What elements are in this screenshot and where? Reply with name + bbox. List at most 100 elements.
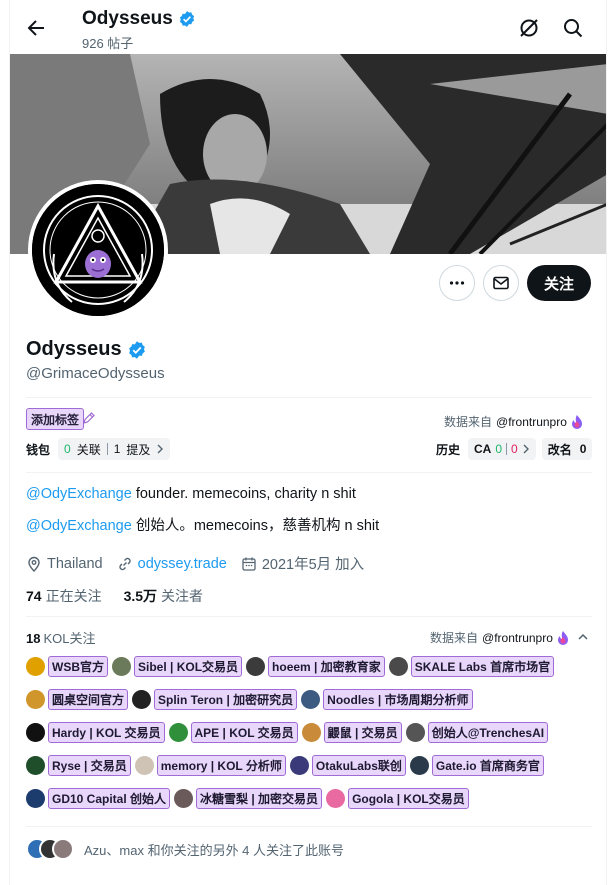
kol-tag[interactable]: Gogola | KOL交易员 [348, 788, 469, 809]
followers-link[interactable]: 3.5万 关注者 [124, 586, 203, 606]
back-arrow-icon[interactable] [24, 16, 48, 40]
notifications-off-icon[interactable] [516, 15, 542, 41]
bio-mention-link[interactable]: @OdyExchange [26, 486, 132, 502]
follower-avatar [52, 838, 74, 860]
kol-avatar [134, 756, 154, 775]
bio-text: 创始人。memecoins，慈善机构 n shit [131, 518, 380, 534]
profile-page: Odysseus 926 帖子 关注 Odysseus @GrimaceOdys… [9, 0, 607, 885]
frontrun-logo-icon [557, 630, 568, 645]
kol-tag[interactable]: Hardy | KOL 交易员 [48, 722, 165, 743]
following-label: 正在关注 [45, 588, 102, 604]
kol-tag[interactable]: Ryse | 交易员 [48, 755, 131, 776]
kol-item[interactable]: hoeem | 加密教育家 [246, 656, 385, 677]
kol-label: KOL关注 [43, 631, 96, 646]
kol-data-source: 数据来自 @frontrunpro [430, 629, 569, 646]
kol-item[interactable]: 冰糖雪梨 | 加密交易员 [174, 788, 323, 809]
verified-badge-icon[interactable] [127, 340, 147, 360]
kol-item[interactable]: 创始人@TrenchesAI [405, 722, 549, 743]
kol-avatar [132, 690, 152, 709]
kol-item[interactable]: Ryse | 交易员 [26, 755, 131, 776]
followers-you-know[interactable]: Azu、max 和你关注的另外 4 人关注了此账号 [26, 838, 344, 860]
pencil-icon[interactable] [82, 411, 96, 425]
kol-tag[interactable]: Noodles | 市场周期分析师 [323, 689, 473, 710]
kol-avatar [26, 690, 45, 709]
kol-item[interactable]: Gogola | KOL交易员 [326, 788, 469, 809]
kol-item[interactable]: Noodles | 市场周期分析师 [301, 689, 473, 710]
kol-tag[interactable]: memory | KOL 分析师 [156, 755, 286, 776]
header-name: Odysseus [82, 8, 196, 30]
kol-avatar [301, 690, 321, 709]
kol-item[interactable]: Sibel | KOL交易员 [112, 656, 243, 677]
kol-item[interactable]: Gate.io 首席商务官 [409, 755, 544, 776]
join-date-text: 2021年5月 加入 [261, 557, 365, 573]
kol-item[interactable]: 鼹鼠 | 交易员 [301, 722, 402, 743]
data-source-name[interactable]: @frontrunpro [496, 415, 567, 429]
ca-green-count: 0 [495, 442, 503, 456]
kol-tag[interactable]: 创始人@TrenchesAI [427, 722, 549, 743]
history-row: 历史 CA 0 0 改名 0 [436, 438, 593, 460]
kol-tag[interactable]: APE | KOL 交易员 [190, 722, 298, 743]
data-source: 数据来自 @frontrunpro [444, 413, 583, 430]
kol-item[interactable]: memory | KOL 分析师 [134, 755, 286, 776]
profile-name-text: Odysseus [26, 338, 122, 360]
bio-line-1: @OdyExchange founder. memecoins, charity… [26, 486, 356, 502]
bio-mention-link[interactable]: @OdyExchange [26, 518, 132, 534]
kol-avatar [174, 789, 194, 808]
divider [26, 397, 592, 398]
follower-avatars [26, 838, 74, 860]
data-source-prefix: 数据来自 [430, 631, 479, 645]
kol-tag[interactable]: WSB官方 [48, 656, 108, 677]
wallet-pill[interactable]: 0 关联 1 提及 [58, 438, 171, 460]
wallet-mention-label: 提及 [126, 442, 151, 457]
kol-tag[interactable]: hoeem | 加密教育家 [268, 656, 385, 677]
kol-tag[interactable]: SKALE Labs 首席市场官 [410, 656, 555, 677]
data-source-name[interactable]: @frontrunpro [482, 631, 553, 645]
kol-item[interactable]: 圆桌空间官方 [26, 689, 129, 710]
chevron-right-icon [157, 444, 164, 454]
followers-label: 关注者 [161, 588, 204, 604]
kol-item[interactable]: GD10 Capital 创始人 [26, 788, 171, 809]
profile-avatar[interactable] [28, 180, 168, 320]
kol-tag[interactable]: GD10 Capital 创始人 [48, 788, 171, 809]
message-button[interactable] [483, 265, 519, 301]
wallet-linked-label: 关联 [76, 442, 101, 457]
add-tag-button[interactable]: 添加标签 [26, 408, 85, 430]
kol-item[interactable]: OtakuLabs联创 [289, 755, 406, 776]
rename-count: 0 [579, 442, 587, 456]
kol-tag[interactable]: 鼹鼠 | 交易员 [323, 722, 402, 743]
ca-red-count: 0 [511, 442, 518, 456]
kol-tag[interactable]: Splin Teron | 加密研究员 [154, 689, 298, 710]
kol-avatar [26, 789, 45, 808]
follow-button[interactable]: 关注 [527, 265, 591, 301]
kol-tag[interactable]: 圆桌空间官方 [48, 689, 129, 710]
kol-item[interactable]: Splin Teron | 加密研究员 [132, 689, 298, 710]
kol-row: WSB官方 Sibel | KOL交易员 hoeem | 加密教育家 SKALE La… [26, 656, 555, 677]
chevron-right-icon [523, 444, 529, 454]
chevron-up-icon[interactable] [576, 630, 590, 644]
calendar-icon [242, 557, 256, 571]
kol-item[interactable]: Hardy | KOL 交易员 [26, 722, 165, 743]
profile-handle: @GrimaceOdysseus [26, 365, 165, 382]
rename-pill[interactable]: 改名 0 [541, 438, 593, 460]
kol-tag[interactable]: Sibel | KOL交易员 [134, 656, 243, 677]
avatar-logo-image [32, 184, 164, 316]
following-link[interactable]: 74 正在关注 [26, 586, 102, 606]
kol-avatar [405, 723, 425, 742]
kol-item[interactable]: WSB官方 [26, 656, 108, 677]
followers-you-know-text: Azu、max 和你关注的另外 4 人关注了此账号 [84, 842, 345, 858]
website-link[interactable]: odyssey.trade [138, 556, 227, 572]
profile-name: Odysseus [26, 338, 147, 361]
kol-count: 18 [26, 631, 41, 646]
kol-row: GD10 Capital 创始人 冰糖雪梨 | 加密交易员 Gogola | KOL… [26, 788, 469, 809]
kol-tag[interactable]: OtakuLabs联创 [311, 755, 406, 776]
wallet-label: 钱包 [26, 442, 51, 457]
header-name-text: Odysseus [82, 8, 173, 29]
more-button[interactable] [439, 265, 475, 301]
kol-tag[interactable]: Gate.io 首席商务官 [431, 755, 544, 776]
kol-tag[interactable]: 冰糖雪梨 | 加密交易员 [196, 788, 323, 809]
search-icon[interactable] [560, 15, 586, 41]
ca-pill[interactable]: CA 0 0 [468, 438, 536, 460]
kol-item[interactable]: SKALE Labs 首席市场官 [388, 656, 555, 677]
location-text: Thailand [47, 555, 103, 572]
kol-item[interactable]: APE | KOL 交易员 [168, 722, 298, 743]
